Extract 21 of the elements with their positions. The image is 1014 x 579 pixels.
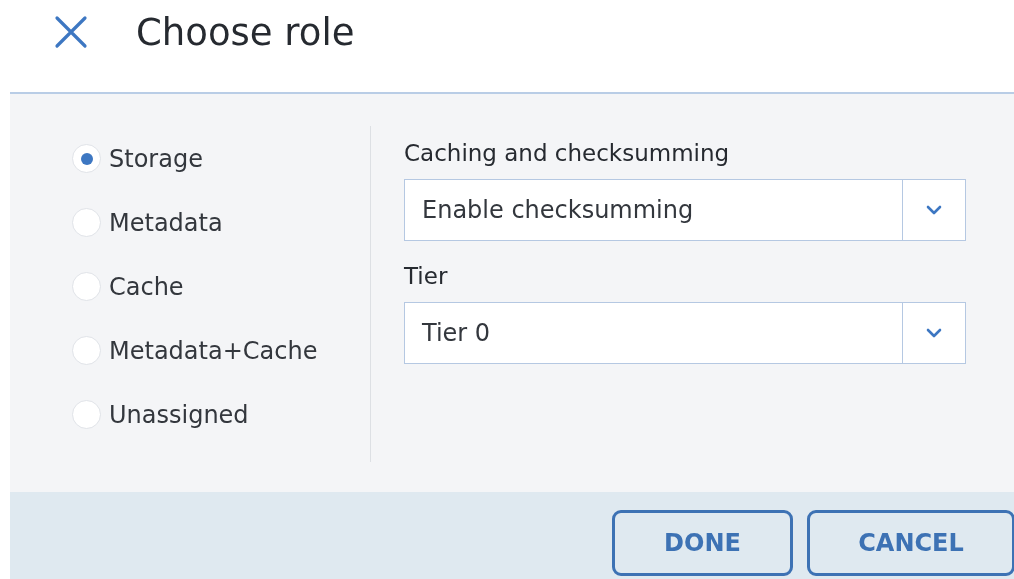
role-label: Metadata+Cache	[109, 336, 318, 365]
role-label: Metadata	[109, 208, 223, 237]
role-radio[interactable]: Storage	[72, 142, 370, 175]
dropdown-field[interactable]: Tier 0	[404, 302, 966, 364]
role-radio[interactable]: Cache	[72, 270, 370, 303]
dialog-button[interactable]: DONE	[612, 510, 793, 576]
role-label: Storage	[109, 144, 203, 173]
close-icon	[54, 15, 88, 49]
role-radio[interactable]: Metadata	[72, 206, 370, 239]
close-button[interactable]	[54, 15, 88, 49]
chevron-down-icon	[926, 205, 942, 215]
field-label: Tier	[404, 263, 449, 289]
field-label: Caching and checksumming	[404, 140, 731, 166]
role-label: Cache	[109, 272, 184, 301]
dropdown-field[interactable]: Enable checksumming	[404, 179, 966, 241]
dialog-title: Choose role	[136, 10, 355, 54]
role-label: Unassigned	[109, 400, 249, 429]
role-radio[interactable]: Unassigned	[72, 398, 370, 431]
role-radio[interactable]: Metadata+Cache	[72, 334, 370, 367]
dialog-button[interactable]: CANCEL	[807, 510, 1014, 576]
chevron-down-icon	[926, 328, 942, 338]
